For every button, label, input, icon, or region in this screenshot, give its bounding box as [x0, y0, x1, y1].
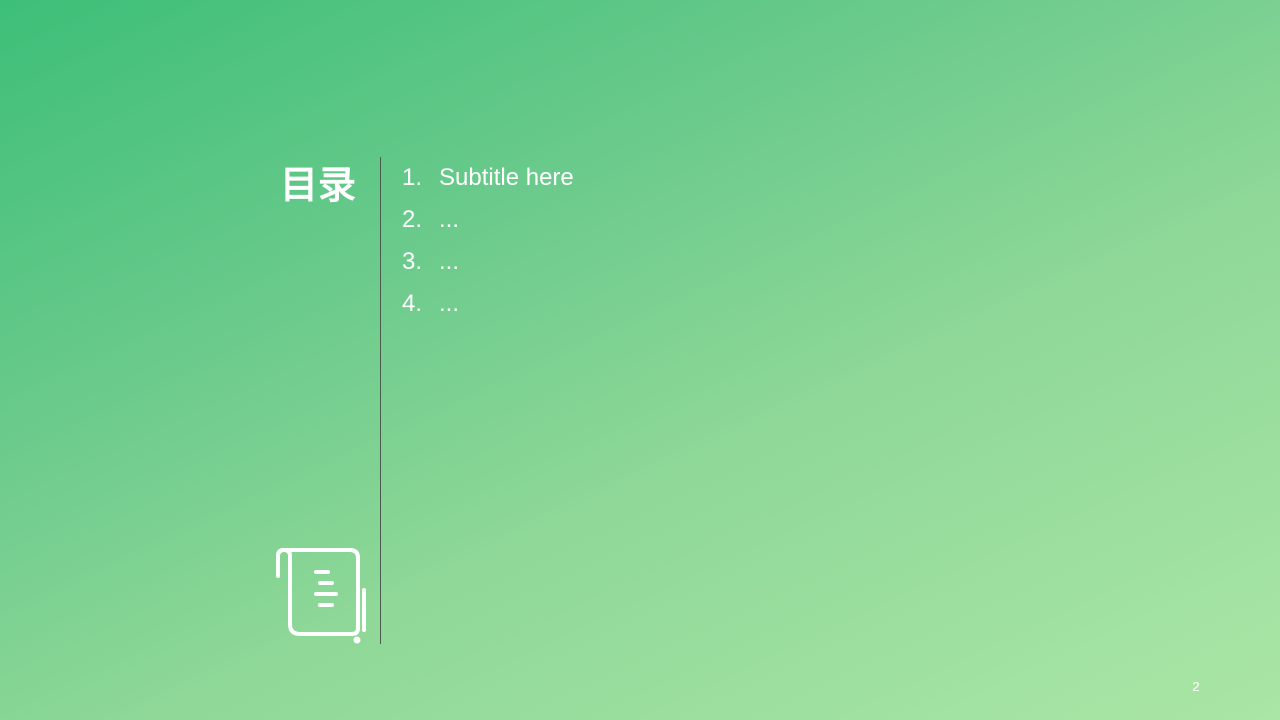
toc-item-label: ...: [439, 206, 460, 233]
toc-list: 1. Subtitle here 2. ... 3. ... 4. ...: [402, 158, 574, 326]
toc-item-label: ...: [439, 248, 460, 275]
page-number: 2: [1192, 679, 1200, 694]
scroll-icon: [276, 548, 366, 644]
slide: 目录 1. Subtitle here 2. ... 3. ... 4. ...: [0, 0, 1280, 720]
vertical-divider: [380, 157, 381, 644]
toc-item-number: 2.: [402, 206, 423, 233]
toc-item: 1. Subtitle here: [402, 158, 574, 200]
toc-item-label: Subtitle here: [439, 164, 574, 191]
toc-title: 目录: [279, 165, 356, 207]
toc-item: 2. ...: [402, 200, 574, 242]
toc-item: 3. ...: [402, 242, 574, 284]
toc-item-number: 1.: [402, 164, 423, 191]
toc-item-number: 3.: [402, 248, 423, 275]
toc-item-label: ...: [439, 290, 460, 317]
toc-item: 4. ...: [402, 284, 574, 326]
toc-item-number: 4.: [402, 290, 423, 317]
